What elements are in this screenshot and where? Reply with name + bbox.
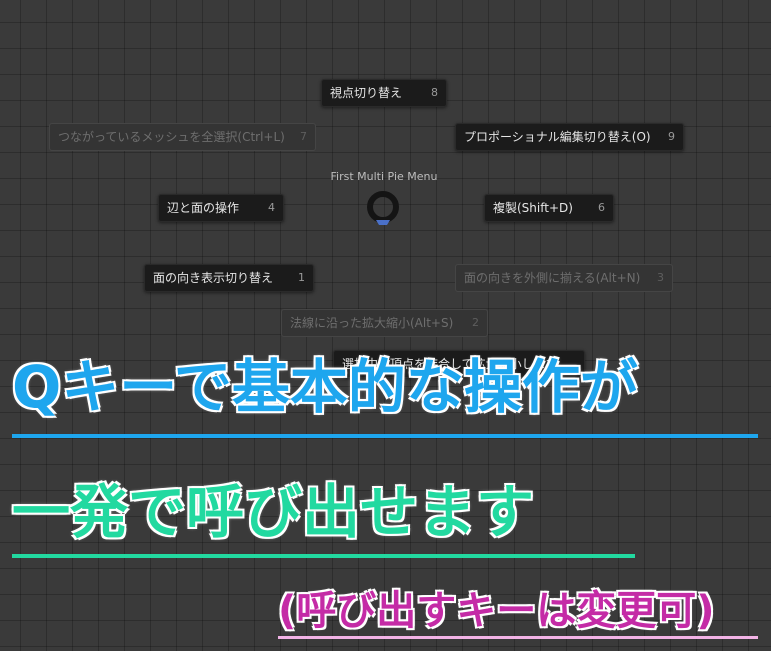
pie-item-face-orientation[interactable]: 面の向き表示切り替え 1: [144, 264, 314, 292]
pie-item-label: 複製(Shift+D): [493, 201, 573, 215]
pie-item-edge-face-ops[interactable]: 辺と面の操作 4: [158, 194, 284, 222]
pie-menu-title: First Multi Pie Menu: [330, 170, 438, 183]
pie-item-key: 8: [431, 86, 438, 99]
pie-direction-ring-icon: [367, 191, 399, 225]
pie-item-view-toggle[interactable]: 視点切り替え 8: [321, 79, 447, 107]
pie-item-label: プロポーショナル編集切り替え(O): [464, 130, 651, 144]
caption-underline-3: [278, 636, 758, 639]
pie-item-key: 6: [598, 201, 605, 214]
pie-item-label: 面の向き表示切り替え: [153, 271, 274, 285]
pie-item-key: 2: [472, 316, 479, 329]
pie-item-select-linked[interactable]: つながっているメッシュを全選択(Ctrl+L) 7: [49, 123, 316, 151]
pie-item-duplicate[interactable]: 複製(Shift+D) 6: [484, 194, 614, 222]
pie-item-label: 面の向きを外側に揃える(Alt+N): [464, 271, 641, 285]
pie-item-key: 7: [300, 130, 307, 143]
pie-item-shrink-fatten[interactable]: 法線に沿った拡大縮小(Alt+S) 2: [281, 309, 488, 337]
caption-underline-1: [12, 434, 758, 438]
pie-item-recalc-normals[interactable]: 面の向きを外側に揃える(Alt+N) 3: [455, 264, 673, 292]
pie-item-key: 1: [298, 271, 305, 284]
pie-item-proportional-edit[interactable]: プロポーショナル編集切り替え(O) 9: [455, 123, 684, 151]
caption-line-1: Qキーで基本的な操作が: [12, 353, 638, 421]
caption-line-2: 一発で呼び出せます: [12, 478, 535, 546]
pie-item-label: 法線に沿った拡大縮小(Alt+S): [290, 316, 454, 330]
caption-underline-2: [12, 554, 635, 558]
pie-item-label: 辺と面の操作: [167, 201, 240, 215]
pie-item-key: 9: [668, 130, 675, 143]
caption-line-3: (呼び出すキーは変更可): [278, 588, 715, 634]
pie-item-key: 4: [268, 201, 275, 214]
pie-item-key: 3: [657, 271, 664, 284]
pie-item-label: つながっているメッシュを全選択(Ctrl+L): [58, 130, 285, 144]
pie-item-label: 視点切り替え: [330, 86, 403, 100]
